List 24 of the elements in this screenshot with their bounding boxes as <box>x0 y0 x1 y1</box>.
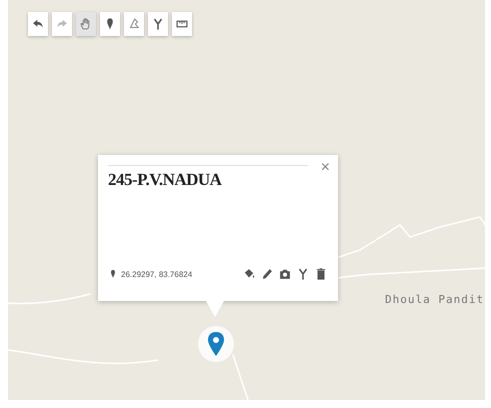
polygon-icon <box>127 17 141 31</box>
popup-title: 245-P.V.NADUA <box>108 170 222 190</box>
fork-tool-button[interactable] <box>148 12 168 36</box>
delete-button[interactable] <box>314 267 328 281</box>
trash-icon <box>314 267 328 281</box>
close-button[interactable]: × <box>320 159 330 177</box>
ruler-tool-button[interactable] <box>172 12 192 36</box>
place-label: Dhoula Pandit <box>385 293 484 306</box>
fork-icon <box>151 17 165 31</box>
hand-tool-button[interactable] <box>76 12 96 36</box>
map-pin-icon <box>208 332 224 356</box>
road-line <box>232 354 249 400</box>
camera-button[interactable] <box>278 267 292 281</box>
camera-icon <box>278 267 292 281</box>
map-pin-icon <box>108 269 118 279</box>
polygon-tool-button[interactable] <box>124 12 144 36</box>
fork-icon <box>296 267 310 281</box>
coordinates-text: 26.29297, 83.76824 <box>121 270 192 278</box>
fork-button[interactable] <box>296 267 310 281</box>
undo-tool-button[interactable] <box>28 12 48 36</box>
marker-tool-button[interactable] <box>100 12 120 36</box>
location-marker[interactable] <box>198 326 234 362</box>
edit-button[interactable] <box>260 267 274 281</box>
pencil-icon <box>260 267 274 281</box>
